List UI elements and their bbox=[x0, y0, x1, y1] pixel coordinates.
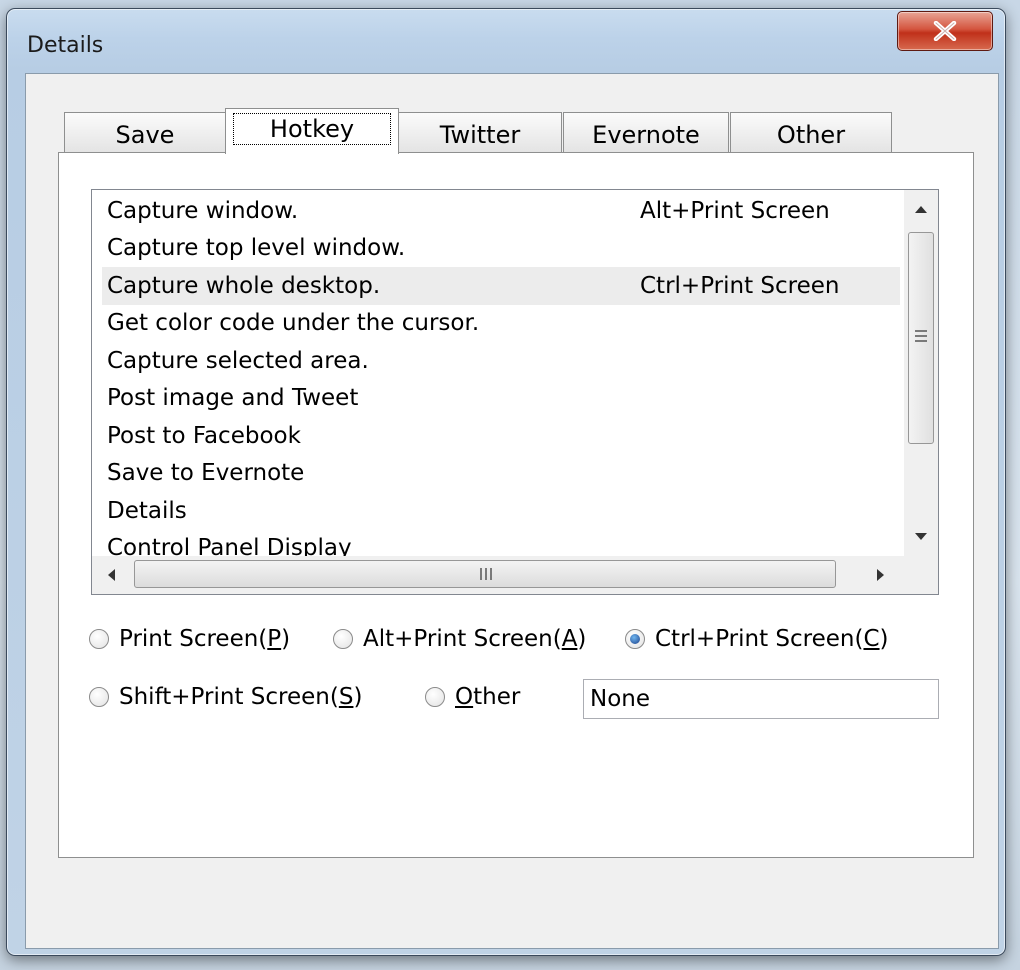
hotkey-cell: Ctrl+Print Screen bbox=[640, 272, 840, 299]
table-row[interactable]: Post to Facebook bbox=[102, 417, 900, 455]
table-row-selected[interactable]: Capture whole desktop. Ctrl+Print Screen bbox=[102, 267, 900, 305]
command-cell: Details bbox=[107, 497, 187, 524]
other-hotkey-value: None bbox=[590, 686, 651, 712]
radio-label: Ctrl+Print Screen(C) bbox=[655, 626, 889, 652]
command-cell: Post image and Tweet bbox=[107, 385, 359, 412]
radio-print-screen[interactable]: Print Screen(P) bbox=[89, 626, 290, 652]
tab-label: Evernote bbox=[592, 120, 700, 149]
radio-button-icon bbox=[333, 629, 353, 649]
vertical-scroll-thumb[interactable] bbox=[908, 232, 934, 444]
radio-label: Other bbox=[455, 684, 521, 710]
scroll-left-icon[interactable] bbox=[106, 567, 116, 583]
command-cell: Capture top level window. bbox=[107, 235, 406, 262]
table-row[interactable]: Details bbox=[102, 492, 900, 530]
details-dialog: Details Save Hotkey Twitter Evernote Oth… bbox=[6, 8, 1006, 956]
scroll-down-icon[interactable] bbox=[913, 532, 929, 542]
command-cell: Post to Facebook bbox=[107, 422, 301, 449]
command-cell: Capture whole desktop. bbox=[107, 272, 381, 299]
scroll-up-icon[interactable] bbox=[913, 204, 929, 214]
hotkey-cell: Alt+Print Screen bbox=[640, 197, 830, 224]
command-cell: Save to Evernote bbox=[107, 460, 305, 487]
table-row[interactable]: Save to Evernote bbox=[102, 455, 900, 493]
hotkey-tab-panel: Capture window. Alt+Print Screen Capture… bbox=[58, 152, 974, 858]
radio-button-checked-icon bbox=[625, 629, 645, 649]
grip-icon bbox=[480, 568, 492, 580]
hotkey-list[interactable]: Capture window. Alt+Print Screen Capture… bbox=[91, 189, 939, 595]
radio-button-icon bbox=[425, 687, 445, 707]
radio-other[interactable]: Other bbox=[425, 684, 520, 710]
tab-evernote[interactable]: Evernote bbox=[563, 112, 729, 152]
dialog-client-area: Save Hotkey Twitter Evernote Other Captu… bbox=[25, 73, 999, 949]
tab-twitter[interactable]: Twitter bbox=[398, 112, 562, 152]
table-row[interactable]: Capture top level window. bbox=[102, 230, 900, 268]
tab-save[interactable]: Save bbox=[64, 112, 226, 152]
table-row[interactable]: Get color code under the cursor. bbox=[102, 305, 900, 343]
table-row[interactable]: Capture window. Alt+Print Screen bbox=[102, 192, 900, 230]
other-hotkey-input[interactable]: None bbox=[583, 679, 939, 719]
radio-label: Alt+Print Screen(A) bbox=[363, 626, 587, 652]
command-cell: Capture window. bbox=[107, 197, 299, 224]
radio-ctrl-print-screen[interactable]: Ctrl+Print Screen(C) bbox=[625, 626, 889, 652]
window-title: Details bbox=[27, 33, 104, 58]
tab-label: Twitter bbox=[439, 120, 521, 149]
radio-label: Print Screen(P) bbox=[119, 626, 291, 652]
tab-label: Hotkey bbox=[232, 113, 392, 145]
radio-button-icon bbox=[89, 629, 109, 649]
radio-alt-print-screen[interactable]: Alt+Print Screen(A) bbox=[333, 626, 586, 652]
horizontal-scroll-thumb[interactable] bbox=[134, 560, 836, 588]
tab-label: Other bbox=[776, 120, 846, 149]
radio-button-icon bbox=[89, 687, 109, 707]
command-cell: Capture selected area. bbox=[107, 347, 369, 374]
close-button[interactable] bbox=[897, 11, 993, 51]
radio-label: Shift+Print Screen(S) bbox=[119, 684, 363, 710]
close-icon bbox=[898, 12, 992, 50]
tab-hotkey[interactable]: Hotkey bbox=[225, 108, 399, 154]
table-row[interactable]: Capture selected area. bbox=[102, 342, 900, 380]
scroll-right-icon[interactable] bbox=[876, 567, 886, 583]
tab-other[interactable]: Other bbox=[730, 112, 892, 152]
hotkey-list-rows: Capture window. Alt+Print Screen Capture… bbox=[102, 192, 900, 567]
horizontal-scrollbar[interactable] bbox=[92, 556, 938, 594]
vertical-scrollbar[interactable] bbox=[904, 190, 938, 556]
radio-shift-print-screen[interactable]: Shift+Print Screen(S) bbox=[89, 684, 362, 710]
table-row[interactable]: Post image and Tweet bbox=[102, 380, 900, 418]
tab-label: Save bbox=[115, 120, 175, 149]
command-cell: Get color code under the cursor. bbox=[107, 310, 480, 337]
grip-icon bbox=[915, 330, 927, 342]
